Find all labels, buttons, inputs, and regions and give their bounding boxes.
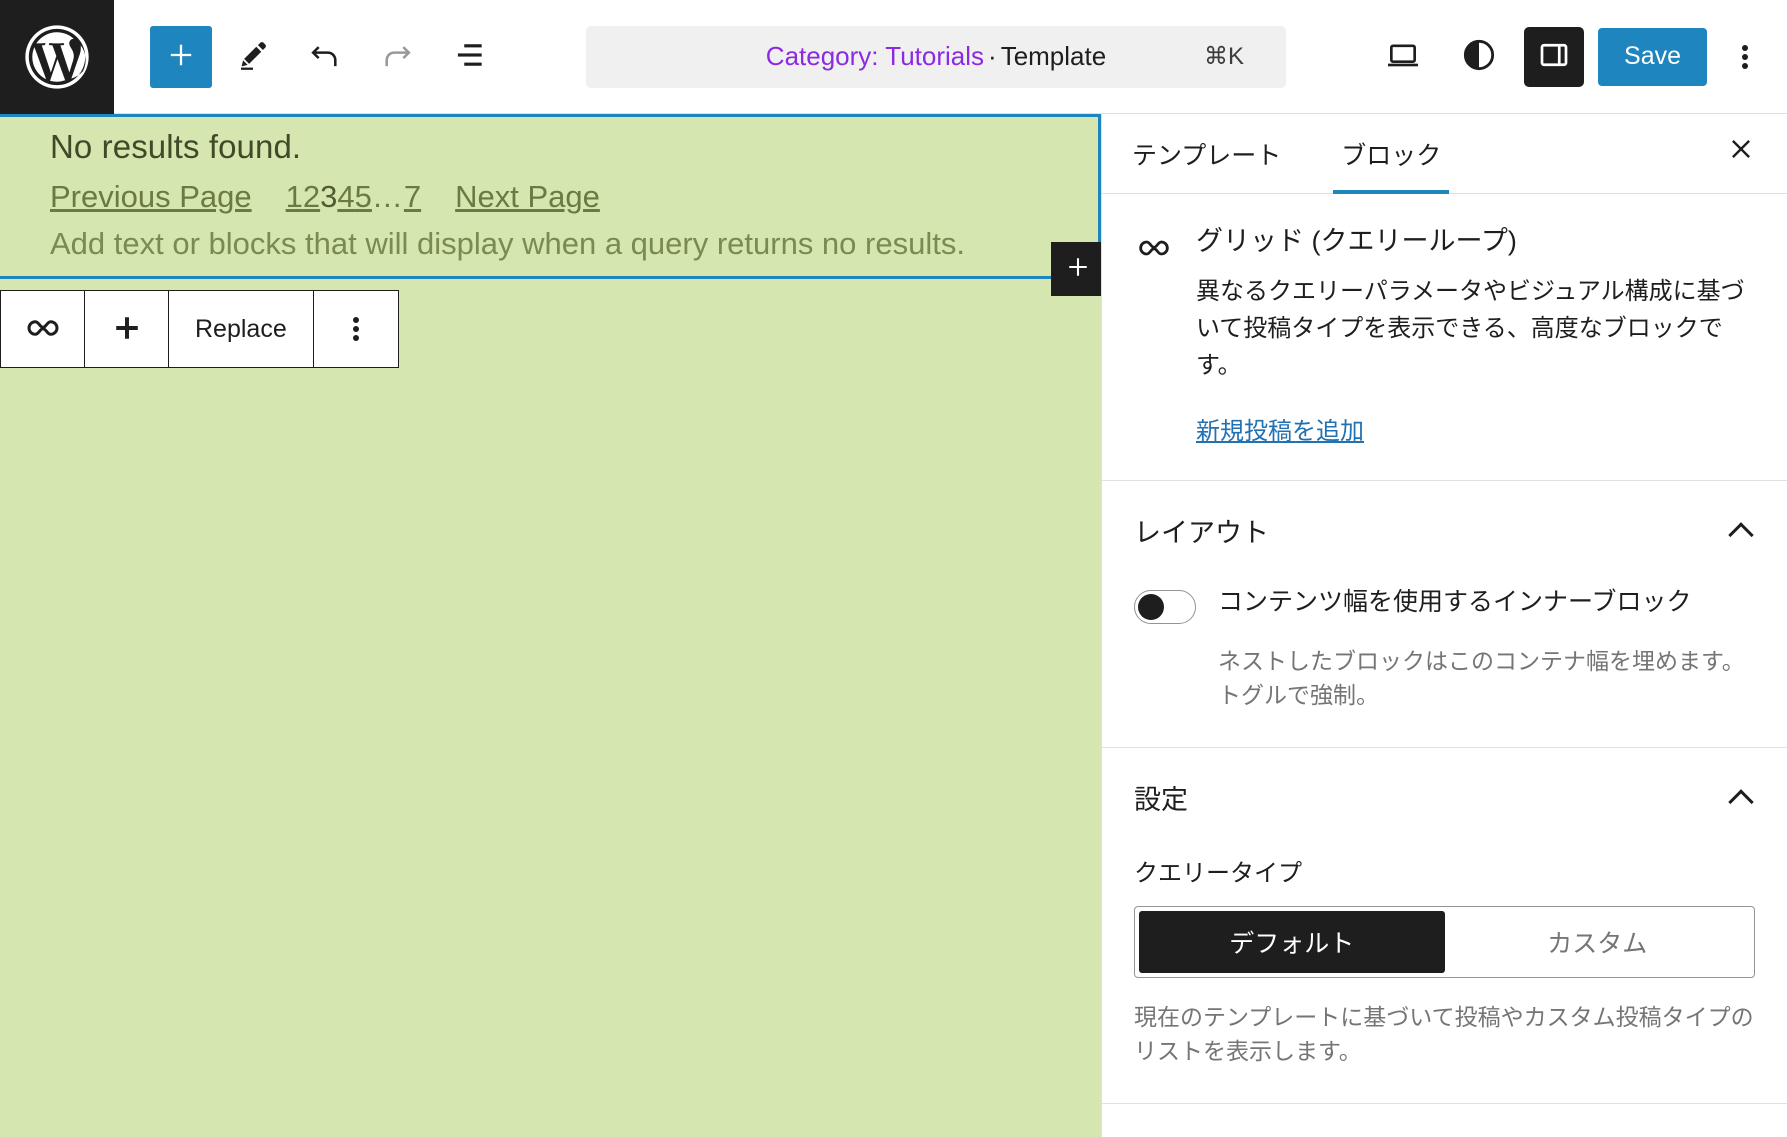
sidebar-tablist: テンプレート ブロック (1102, 114, 1787, 194)
close-sidebar-button[interactable] (1713, 114, 1769, 193)
block-options-button[interactable] (313, 291, 398, 367)
undo-arrow-icon (306, 36, 344, 77)
editor-canvas[interactable]: No results found. Previous Page 1 2 3 4 … (0, 114, 1101, 1137)
more-options-button[interactable] (1721, 26, 1769, 88)
sidebar-panel-icon (1536, 37, 1572, 76)
kebab-menu-icon (1742, 42, 1748, 72)
block-type-button[interactable] (1, 291, 85, 367)
no-results-placeholder-text[interactable]: Add text or blocks that will display whe… (50, 226, 965, 262)
block-card-description: 異なるクエリーパラメータやビジュアル構成に基づいて投稿タイプを表示できる、高度な… (1196, 278, 1745, 380)
query-type-option-default[interactable]: デフォルト (1139, 910, 1445, 973)
inner-blocks-content-width-toggle[interactable] (1134, 589, 1196, 624)
desktop-view-icon (1383, 35, 1423, 78)
block-card-title: グリッド (クエリーループ) (1196, 226, 1517, 256)
block-card: グリッド (クエリーループ) 異なるクエリーパラメータやビジュアル構成に基づいて… (1134, 224, 1755, 446)
settings-panel-title: 設定 (1134, 784, 1188, 815)
save-button[interactable]: Save (1598, 27, 1707, 86)
redo-button[interactable] (366, 26, 428, 88)
styles-button[interactable] (1448, 26, 1510, 88)
document-title-bar[interactable]: Category: Tutorials · Template ⌘K (586, 25, 1286, 88)
list-view-button[interactable] (438, 26, 500, 88)
settings-panel-header[interactable]: 設定 (1134, 778, 1755, 817)
replace-button[interactable]: Replace (169, 291, 314, 367)
layout-panel-title: レイアウト (1134, 517, 1269, 548)
block-toolbar: Replace (0, 290, 399, 368)
document-title-type: Template (1000, 41, 1107, 71)
tab-template[interactable]: テンプレート (1102, 114, 1311, 193)
chevron-up-icon (1729, 522, 1755, 538)
block-appender-button[interactable] (1051, 242, 1101, 296)
device-preview-button[interactable] (1372, 26, 1434, 88)
query-loop-icon (22, 307, 64, 352)
header-center: Category: Tutorials · Template ⌘K (500, 25, 1372, 88)
editor-header: Category: Tutorials · Template ⌘K Save (0, 0, 1787, 114)
close-icon (1726, 134, 1756, 173)
add-new-post-link[interactable]: 新規投稿を追加 (1196, 411, 1364, 446)
contrast-styles-icon (1459, 35, 1499, 78)
header-left-toolbar (114, 25, 500, 88)
query-type-label: クエリータイプ (1134, 859, 1302, 887)
tab-block[interactable]: ブロック (1311, 114, 1471, 194)
query-loop-icon (1134, 224, 1174, 273)
list-view-icon (450, 36, 488, 77)
layout-panel-header[interactable]: レイアウト (1134, 511, 1755, 550)
toggle-knob (1138, 593, 1164, 620)
document-title-category: Category: Tutorials (765, 41, 985, 71)
kebab-menu-icon (352, 314, 359, 344)
query-type-option-custom[interactable]: カスタム (1445, 911, 1751, 973)
query-type-help-text: 現在のテンプレートに基づいて投稿やカスタム投稿タイプのリストを表示します。 (1134, 1003, 1754, 1065)
plus-icon (110, 311, 144, 348)
settings-sidebar-toggle[interactable] (1524, 26, 1585, 87)
header-right-toolbar: Save (1372, 26, 1787, 88)
pencil-icon (235, 37, 271, 76)
plus-icon (164, 38, 198, 75)
add-block-button[interactable] (150, 25, 212, 88)
plus-icon (1064, 253, 1092, 286)
settings-sidebar: テンプレート ブロック グリッド (クエリーループ) 異なるクエリーパラメータや… (1101, 114, 1787, 1137)
edit-mode-button[interactable] (222, 26, 284, 88)
chevron-up-icon (1729, 789, 1755, 805)
wordpress-site-editor: Category: Tutorials · Template ⌘K Save N… (0, 0, 1787, 1137)
settings-panel: 設定 クエリータイプ デフォルト カスタム 現在のテンプレートに基づいて投稿やカ… (1102, 748, 1787, 1104)
query-type-segmented-control: デフォルト カスタム (1134, 905, 1755, 978)
command-shortcut-hint: ⌘K (1203, 43, 1244, 70)
inner-blocks-content-width-label: コンテンツ幅を使用するインナーブロック (1218, 587, 1692, 616)
layout-help-text: ネストしたブロックはこのコンテナ幅を埋めます。トグルで強制。 (1218, 647, 1745, 709)
toolbar-add-block-button[interactable] (85, 291, 169, 367)
wordpress-logo-button[interactable] (0, 0, 114, 114)
undo-button[interactable] (294, 26, 356, 88)
inner-blocks-content-width-row: コンテンツ幅を使用するインナーブロック (1134, 584, 1755, 624)
block-info-section: グリッド (クエリーループ) 異なるクエリーパラメータやビジュアル構成に基づいて… (1102, 194, 1787, 481)
wordpress-logo-icon (19, 19, 95, 95)
redo-arrow-icon (378, 36, 416, 77)
block-card-body: グリッド (クエリーループ) 異なるクエリーパラメータやビジュアル構成に基づいて… (1196, 224, 1755, 446)
document-title-separator: · (988, 41, 997, 71)
layout-panel: レイアウト コンテンツ幅を使用するインナーブロック ネストしたブロックはこのコン… (1102, 481, 1787, 748)
